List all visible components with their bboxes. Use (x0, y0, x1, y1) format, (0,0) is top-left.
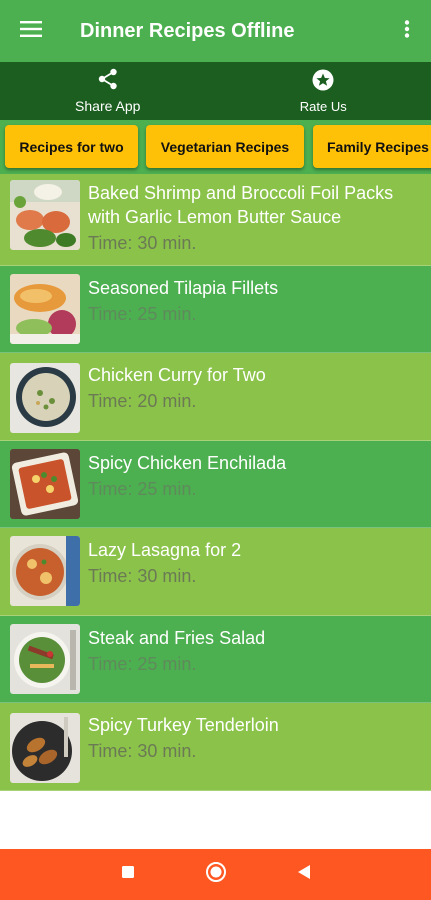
square-icon (121, 865, 135, 884)
recents-button[interactable] (84, 849, 172, 900)
app-title: Dinner Recipes Offline (80, 19, 295, 42)
recipe-thumbnail (10, 713, 80, 783)
menu-button[interactable] (0, 0, 62, 62)
system-nav-bar (0, 849, 431, 900)
recipe-row[interactable]: Seasoned Tilapia Fillets Time: 25 min. (0, 266, 431, 353)
recipe-time: Time: 25 min. (88, 654, 197, 674)
recipe-row[interactable]: Steak and Fries Salad Time: 25 min. (0, 616, 431, 703)
recipe-row[interactable]: Lazy Lasagna for 2 Time: 30 min. (0, 528, 431, 616)
recipe-row[interactable]: Spicy Turkey Tenderloin Time: 30 min. (0, 703, 431, 791)
recipe-row[interactable]: Chicken Curry for Two Time: 20 min. (0, 353, 431, 441)
recipe-time: Time: 30 min. (88, 566, 197, 586)
more-vert-icon (404, 19, 410, 43)
recipe-time: Time: 25 min. (88, 479, 197, 499)
recipe-title: Steak and Fries Salad (88, 628, 266, 648)
back-button[interactable] (260, 849, 348, 900)
circle-icon (205, 861, 227, 888)
recipe-thumbnail (10, 449, 80, 519)
chip-recipes-for-two[interactable]: Recipes for two (5, 125, 138, 168)
recipe-title: Baked Shrimp and Broccoli Foil Packs wit… (88, 183, 394, 227)
home-button[interactable] (172, 849, 260, 900)
recipe-title: Spicy Chicken Enchilada (88, 453, 287, 473)
recipe-thumbnail (10, 180, 80, 250)
recipe-title: Seasoned Tilapia Fillets (88, 278, 279, 298)
recipe-row[interactable]: Spicy Chicken Enchilada Time: 25 min. (0, 441, 431, 528)
share-icon (97, 68, 119, 95)
recipe-title: Spicy Turkey Tenderloin (88, 715, 279, 735)
recipe-time: Time: 20 min. (88, 391, 197, 411)
overflow-menu-button[interactable] (383, 0, 431, 62)
recipe-time: Time: 25 min. (88, 304, 197, 324)
star-circle-icon (312, 69, 334, 96)
chip-vegetarian-recipes[interactable]: Vegetarian Recipes (146, 125, 304, 168)
share-app-button[interactable]: Share App (0, 62, 216, 120)
action-bar: Share App Rate Us (0, 62, 431, 120)
hamburger-menu-icon (20, 20, 42, 42)
recipe-thumbnail (10, 274, 80, 344)
share-app-label: Share App (75, 98, 141, 114)
recipe-thumbnail (10, 536, 80, 606)
recipe-thumbnail (10, 363, 80, 433)
chip-family-recipes[interactable]: Family Recipes (313, 125, 431, 168)
app-bar: Dinner Recipes Offline (0, 0, 431, 62)
recipe-time: Time: 30 min. (88, 741, 197, 761)
triangle-back-icon (297, 864, 311, 885)
rate-us-button[interactable]: Rate Us (216, 62, 431, 120)
recipe-thumbnail (10, 624, 80, 694)
recipe-row[interactable]: Baked Shrimp and Broccoli Foil Packs wit… (0, 174, 431, 266)
rate-us-label: Rate Us (299, 98, 347, 114)
recipe-title: Chicken Curry for Two (88, 365, 266, 385)
recipe-time: Time: 30 min. (88, 233, 197, 253)
category-chips: Recipes for two Vegetarian Recipes Famil… (0, 120, 431, 174)
recipe-title: Lazy Lasagna for 2 (88, 540, 242, 560)
